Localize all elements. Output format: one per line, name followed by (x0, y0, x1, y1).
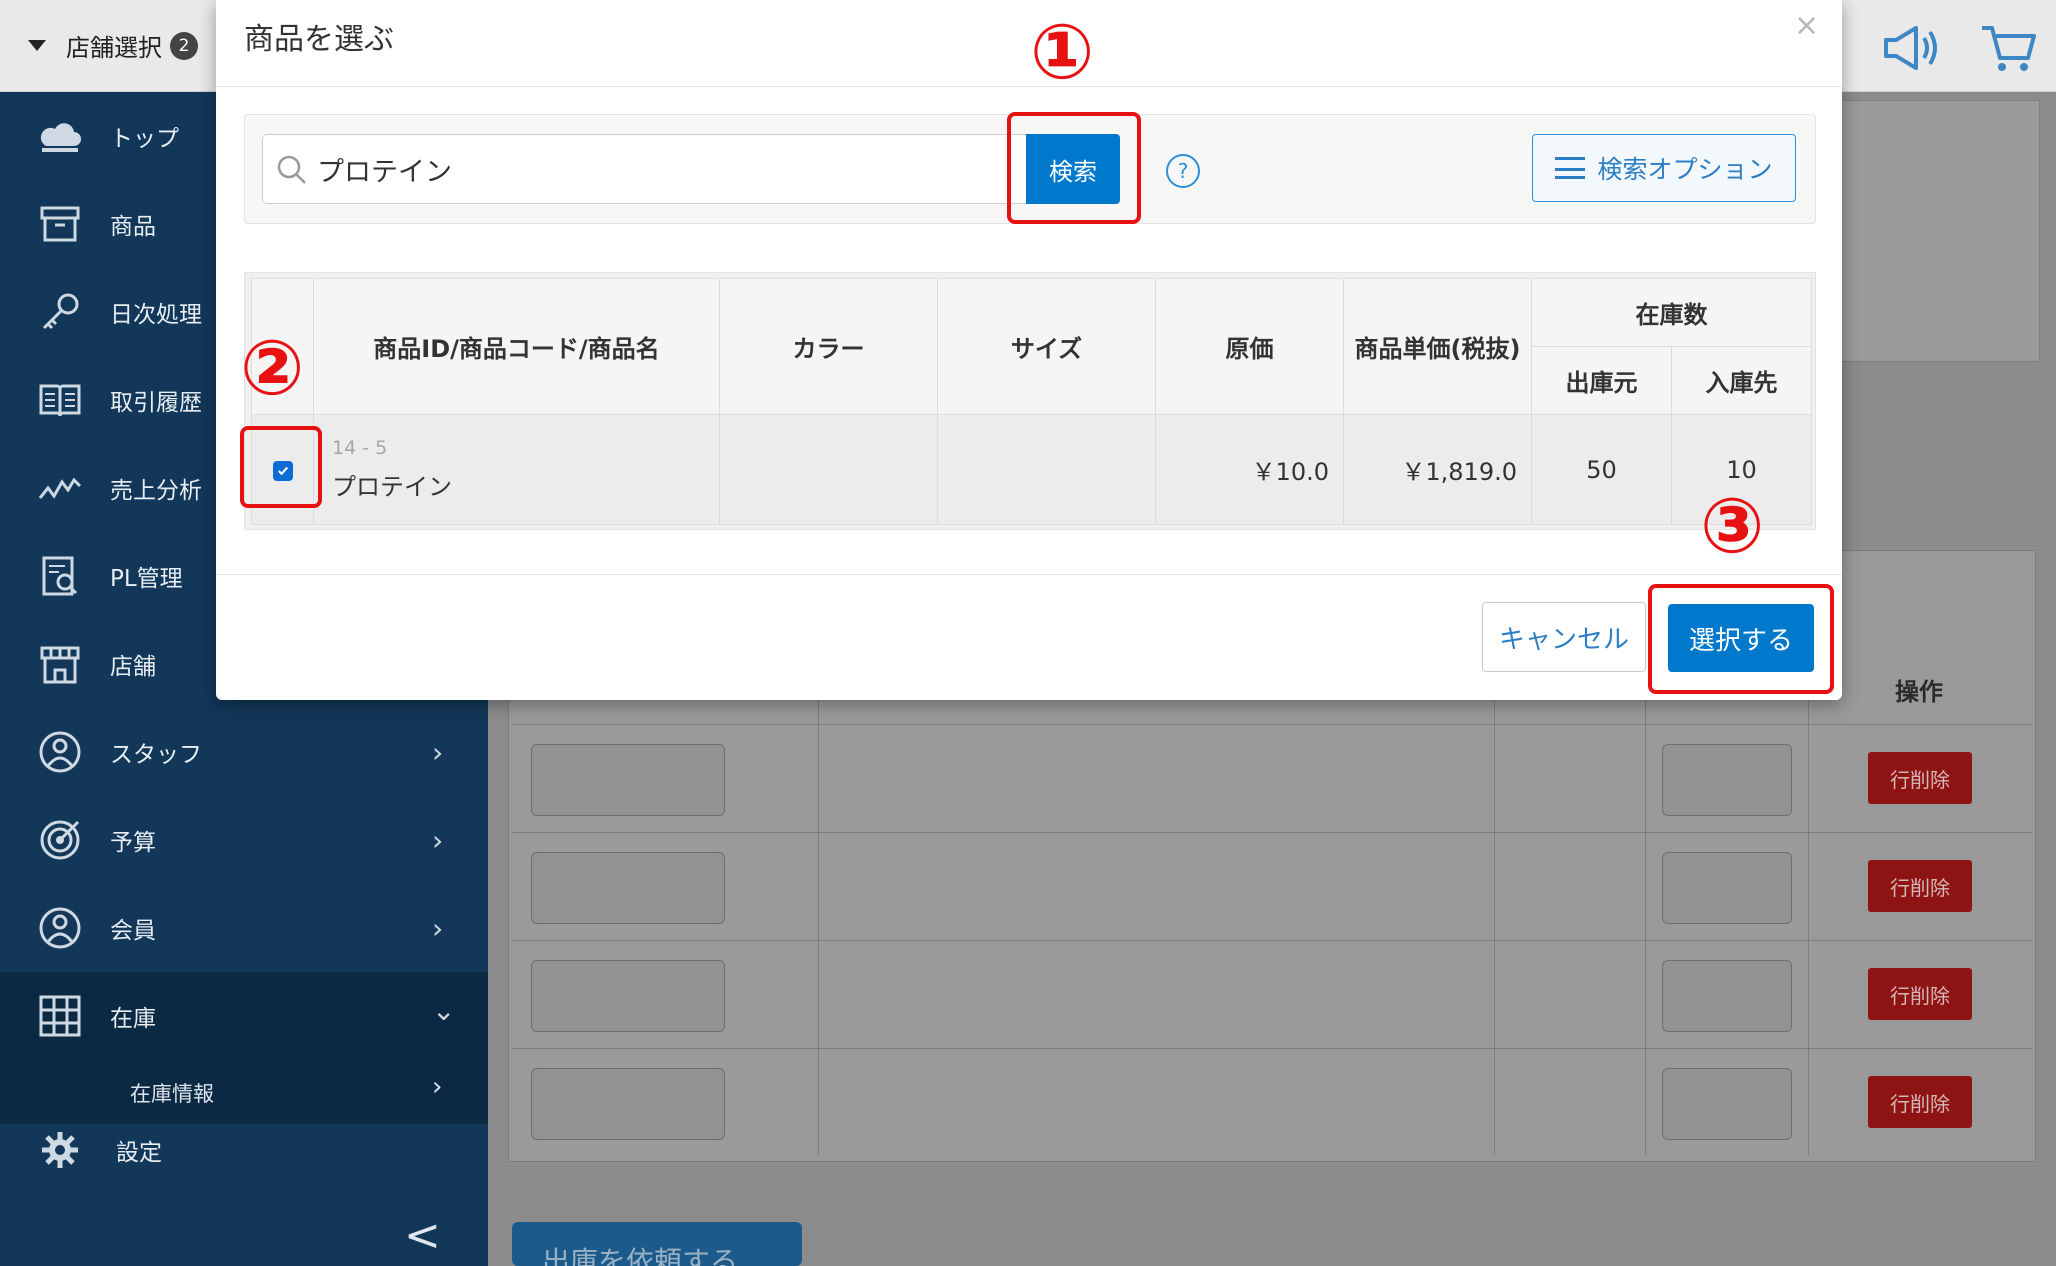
annotation-box-checkbox (240, 426, 322, 508)
search-options-label: 検索オプション (1597, 155, 1773, 184)
product-field[interactable] (531, 744, 725, 816)
target-icon (38, 818, 82, 862)
row-delete-button[interactable]: 行削除 (1868, 752, 1972, 804)
size-cell (937, 414, 1156, 525)
sidebar-item-label: 在庫 (110, 1006, 156, 1032)
sidebar-item-budget[interactable]: 予算 › (0, 796, 488, 884)
sidebar-item-label: 取引履歴 (110, 390, 202, 416)
quantity-field[interactable] (1662, 960, 1792, 1032)
chevron-right-icon: › (432, 1072, 443, 1102)
table-row[interactable]: 14 - 5 プロテイン ￥10.0 ￥1,819.0 50 10 (251, 414, 1812, 525)
annotation-marker-1: ① (1030, 7, 1095, 96)
table-row (512, 724, 2032, 832)
product-name: プロテイン (332, 473, 452, 501)
store-select-label: 店舗選択 (66, 34, 162, 62)
row-delete-button[interactable]: 行削除 (1868, 968, 1972, 1020)
annotation-marker-2: ② (240, 323, 305, 412)
annotation-box-select (1648, 584, 1834, 694)
table-row (512, 1048, 2032, 1156)
column-header-stock: 在庫数 (1531, 278, 1812, 347)
grid-icon (38, 994, 82, 1038)
megaphone-icon[interactable] (1880, 22, 1940, 78)
member-icon (38, 906, 82, 950)
annotation-box-search (1007, 112, 1141, 224)
annotation-marker-3: ③ (1700, 481, 1765, 570)
request-shipment-button[interactable]: 出庫を依頼する (512, 1222, 802, 1266)
sidebar-collapse-icon[interactable]: < (404, 1210, 441, 1261)
chevron-down-icon: ⌄ (432, 994, 456, 1027)
product-id: 14 - 5 (332, 437, 388, 459)
chevron-right-icon: › (432, 735, 444, 769)
sidebar-item-label: 設定 (116, 1140, 162, 1166)
color-cell (719, 414, 938, 525)
divider (216, 574, 1842, 575)
sidebar-item-staff[interactable]: スタッフ › (0, 708, 488, 796)
sidebar-item-label: 商品 (110, 214, 156, 240)
column-header-stock-from: 出庫元 (1531, 346, 1672, 415)
sidebar-item-label: 日次処理 (110, 302, 202, 328)
memo-textarea[interactable] (1840, 100, 2040, 362)
caret-down-icon (28, 40, 46, 51)
sidebar-item-label: 売上分析 (110, 478, 202, 504)
product-field[interactable] (531, 1068, 725, 1140)
cart-icon[interactable] (1978, 22, 2038, 78)
menu-icon (1555, 157, 1586, 179)
sidebar-item-label: トップ (110, 126, 179, 152)
sidebar-item-label: スタッフ (110, 742, 202, 768)
search-input-wrapper (262, 134, 1032, 204)
sidebar-item-label: 予算 (110, 830, 156, 856)
report-icon (38, 554, 82, 598)
store-count-badge: 2 (170, 31, 198, 60)
column-header-unit-price: 商品単価(税抜) (1343, 278, 1532, 415)
search-icon (277, 155, 306, 184)
sidebar-subitem-label: 在庫情報 (130, 1082, 214, 1106)
column-header-product: 商品ID/商品コード/商品名 (313, 278, 720, 415)
row-delete-button[interactable]: 行削除 (1868, 860, 1972, 912)
column-header-cost: 原価 (1155, 278, 1344, 415)
search-input[interactable] (317, 145, 1017, 193)
cloud-icon (38, 114, 82, 158)
store-select-dropdown[interactable]: 店舗選択 2 (28, 28, 198, 63)
product-field[interactable] (531, 852, 725, 924)
book-icon (38, 378, 82, 422)
unit-price-cell: ￥1,819.0 (1343, 414, 1532, 525)
sidebar-item-label: PL管理 (110, 566, 183, 592)
column-header-color: カラー (719, 278, 938, 415)
sidebar-item-label: 会員 (110, 918, 156, 944)
quantity-field[interactable] (1662, 852, 1792, 924)
table-row (512, 832, 2032, 940)
column-header-stock-to: 入庫先 (1671, 346, 1812, 415)
sidebar-item-inventory[interactable]: 在庫 ⌄ (0, 972, 488, 1060)
row-delete-button[interactable]: 行削除 (1868, 1076, 1972, 1128)
column-header-size: サイズ (937, 278, 1156, 415)
gear-icon (38, 1128, 82, 1172)
divider (216, 86, 1842, 87)
quantity-field[interactable] (1662, 1068, 1792, 1140)
product-cell: 14 - 5 プロテイン (313, 414, 720, 525)
staff-icon (38, 730, 82, 774)
product-field[interactable] (531, 960, 725, 1032)
operation-column-header: 操作 (1895, 678, 1943, 706)
sidebar-item-settings[interactable]: 設定 (0, 1106, 488, 1194)
chevron-right-icon: › (432, 823, 444, 857)
storefront-icon (38, 642, 82, 686)
modal-title: 商品を選ぶ (244, 22, 394, 57)
stock-from-cell: 50 (1531, 414, 1672, 525)
cancel-button[interactable]: キャンセル (1482, 602, 1646, 672)
quantity-field[interactable] (1662, 744, 1792, 816)
trend-line-icon (38, 466, 82, 510)
sidebar-item-members[interactable]: 会員 › (0, 884, 488, 972)
archive-box-icon (38, 202, 82, 246)
chevron-right-icon: › (432, 911, 444, 945)
key-icon (38, 290, 82, 334)
close-icon[interactable]: × (1794, 8, 1819, 43)
product-table: 商品ID/商品コード/商品名 カラー サイズ 原価 商品単価(税抜) 在庫数 出… (251, 278, 1812, 525)
table-row (512, 940, 2032, 1048)
cost-cell: ￥10.0 (1155, 414, 1344, 525)
sidebar-item-label: 店舗 (110, 654, 156, 680)
search-options-button[interactable]: 検索オプション (1532, 134, 1796, 202)
help-icon[interactable]: ? (1166, 154, 1200, 188)
